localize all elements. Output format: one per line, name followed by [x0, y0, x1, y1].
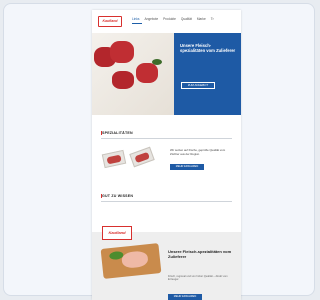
brand-logo[interactable]: Kaufland — [102, 226, 132, 240]
brand-logo[interactable]: Kaufland — [98, 16, 122, 27]
nav-item-tr[interactable]: Tr — [211, 17, 214, 21]
herb-garnish — [152, 59, 162, 65]
section-title: SPEZIALITÄTEN — [102, 131, 133, 135]
meat-piece — [134, 151, 150, 164]
nav-item-links[interactable]: Links — [132, 17, 139, 21]
product-image — [101, 146, 159, 176]
hero-meat-image — [92, 33, 174, 115]
section-title: GUT ZU WISSEN — [102, 194, 134, 198]
teaser-text: Frisch, regional und von hoher Qualität … — [168, 275, 228, 282]
meat-piece — [106, 154, 122, 165]
nav-item-produkte[interactable]: Produkte — [163, 17, 176, 21]
nav-item-marke[interactable]: Marke — [197, 17, 206, 21]
section-text: Wir setzen auf frische, geprüfte Qualitä… — [170, 148, 226, 156]
section-divider — [101, 138, 232, 139]
meat-piece — [112, 71, 134, 89]
meat-piece — [136, 63, 158, 83]
more-info-button[interactable]: MEHR ERFAHREN — [170, 164, 204, 170]
hero-banner: Unsere Fleisch-spezialitäten vom Zuliefe… — [92, 33, 241, 115]
teaser-section: Kaufland Unsere Fleisch-spezialitäten vo… — [92, 226, 241, 300]
cutting-board-image — [100, 243, 162, 279]
meat-package — [129, 146, 155, 168]
active-nav-indicator — [132, 23, 142, 24]
nav-links: Links Angebote Produkte Qualität Marke T… — [132, 17, 214, 21]
meat-piece — [110, 41, 134, 63]
teaser-cta-button[interactable]: MEHR ERFAHREN — [168, 294, 202, 300]
nav-item-qualitaet[interactable]: Qualität — [181, 17, 192, 21]
hero-cta-button[interactable]: ZUM ANGEBOT — [181, 82, 215, 89]
hero-text-panel: Unsere Fleisch-spezialitäten vom Zuliefe… — [174, 33, 241, 115]
top-navigation: Kaufland Links Angebote Produkte Qualitä… — [92, 10, 241, 33]
meat-piece — [121, 250, 149, 269]
meat-package — [101, 149, 127, 169]
nav-item-angebote[interactable]: Angebote — [144, 17, 158, 21]
section-divider — [101, 201, 232, 202]
hero-title: Unsere Fleisch-spezialitäten vom Zuliefe… — [180, 43, 236, 54]
teaser-title: Unsere Fleisch-spezialitäten vom Zuliefe… — [168, 249, 232, 259]
page-preview[interactable]: Kaufland Links Angebote Produkte Qualitä… — [92, 10, 241, 300]
